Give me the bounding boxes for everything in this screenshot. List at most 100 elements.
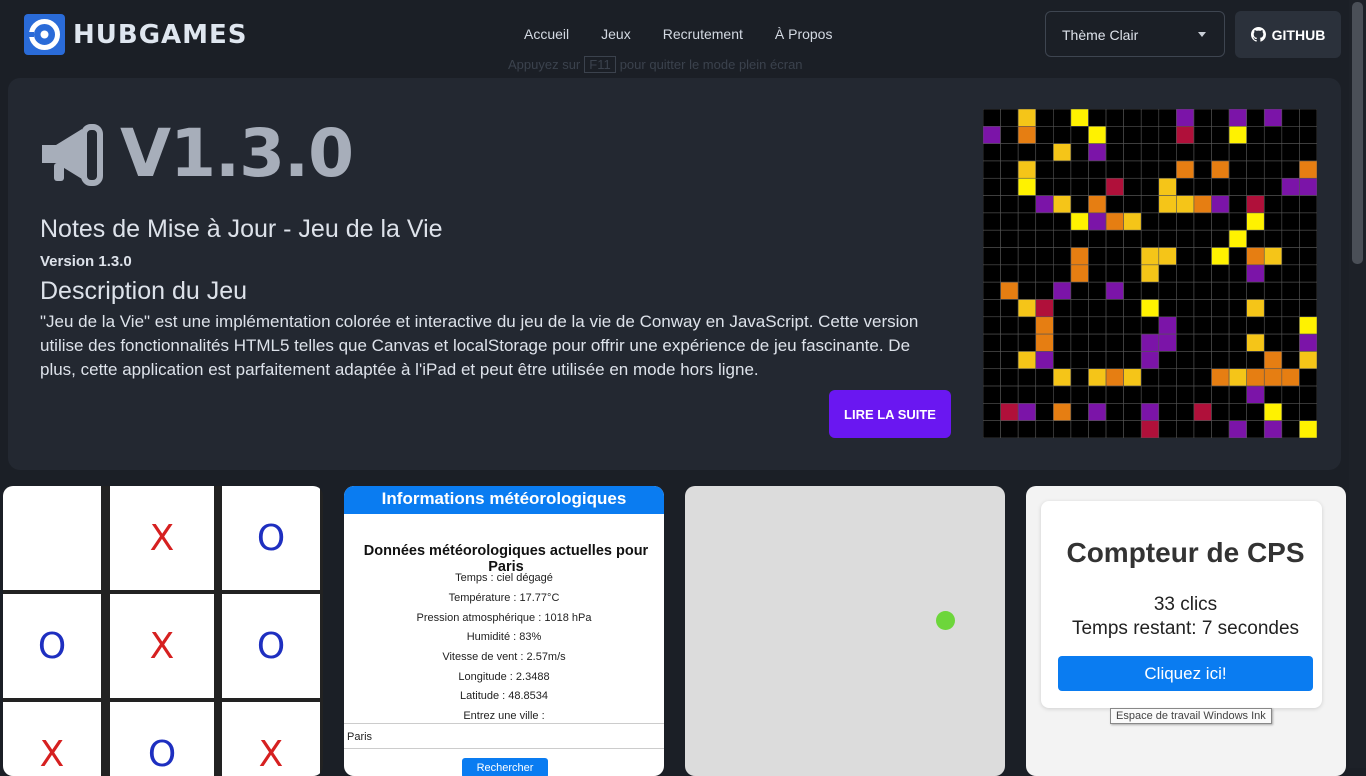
life-cell xyxy=(1105,143,1124,162)
tictactoe-cell[interactable]: X xyxy=(3,702,101,776)
life-cell xyxy=(1123,229,1142,248)
life-cell xyxy=(1035,333,1054,352)
life-cell xyxy=(1158,281,1177,300)
life-cell xyxy=(1070,368,1089,387)
life-cell xyxy=(1140,143,1160,162)
brand-logo[interactable]: HUBGAMES xyxy=(24,14,248,55)
logo-icon xyxy=(24,14,65,55)
life-cell xyxy=(1158,160,1177,179)
nav-link-recrutement[interactable]: Recrutement xyxy=(647,24,759,44)
life-cell xyxy=(1105,403,1124,421)
nav-link-a-propos[interactable]: À Propos xyxy=(759,24,849,44)
life-cell xyxy=(1211,264,1230,283)
life-cell xyxy=(983,143,1001,162)
life-cell xyxy=(1088,247,1107,266)
life-cell xyxy=(1228,368,1247,387)
tictactoe-cell[interactable]: O xyxy=(222,486,320,590)
life-cell xyxy=(1017,109,1037,127)
tictactoe-cell[interactable]: O xyxy=(110,702,214,776)
life-cell xyxy=(1228,316,1247,335)
github-button[interactable]: GITHUB xyxy=(1235,11,1341,58)
ball-game-card[interactable] xyxy=(685,486,1005,776)
read-more-button[interactable]: LIRE LA SUITE xyxy=(829,390,951,438)
life-cell xyxy=(1246,177,1265,196)
fullscreen-hint: Appuyez sur F11 pour quitter le mode plein… xyxy=(508,56,803,73)
life-cell xyxy=(1000,109,1019,127)
life-cell xyxy=(1140,333,1160,352)
life-cell xyxy=(1088,212,1107,231)
weather-card[interactable]: Informations météorologiques Données mét… xyxy=(344,486,664,776)
life-cell xyxy=(1193,299,1212,318)
life-cell xyxy=(1193,264,1212,283)
life-cell xyxy=(1263,109,1283,127)
life-cell xyxy=(1123,299,1142,318)
life-cell xyxy=(1070,143,1089,162)
life-cell xyxy=(983,333,1001,352)
life-cell xyxy=(1035,351,1054,370)
life-cell xyxy=(1053,229,1072,248)
city-input[interactable]: Paris xyxy=(344,723,664,749)
life-cell xyxy=(1000,247,1019,266)
windows-ink-tooltip: Espace de travail Windows Ink xyxy=(1110,708,1272,724)
life-cell xyxy=(1228,403,1247,421)
life-cell xyxy=(1140,385,1160,404)
life-cell xyxy=(1000,403,1019,421)
life-cell xyxy=(1281,160,1300,179)
life-cell xyxy=(1193,316,1212,335)
life-cell xyxy=(1193,160,1212,179)
nav-link-accueil[interactable]: Accueil xyxy=(508,24,585,44)
life-cell xyxy=(1246,229,1265,248)
tictactoe-cell[interactable] xyxy=(3,486,101,590)
life-cell xyxy=(1123,281,1142,300)
theme-select-value: Thème Clair xyxy=(1062,27,1139,43)
life-cell xyxy=(1070,385,1089,404)
game-of-life-preview xyxy=(983,109,1317,438)
tictactoe-cell[interactable]: O xyxy=(222,594,320,698)
life-cell xyxy=(1000,316,1019,335)
tictactoe-cell[interactable]: X xyxy=(110,486,214,590)
life-cell xyxy=(1123,195,1142,214)
nav-link-jeux[interactable]: Jeux xyxy=(585,24,647,44)
life-cell xyxy=(1053,385,1072,404)
tictactoe-card[interactable]: XOOXOXOX xyxy=(3,486,323,776)
life-cell xyxy=(983,351,1001,370)
life-cell xyxy=(1017,160,1037,179)
tictactoe-cell[interactable]: O xyxy=(3,594,101,698)
scrollbar-thumb[interactable] xyxy=(1352,2,1363,264)
life-cell xyxy=(1017,212,1037,231)
life-cell xyxy=(1053,143,1072,162)
life-cell xyxy=(1193,229,1212,248)
life-cell xyxy=(1000,177,1019,196)
life-cell xyxy=(1000,281,1019,300)
life-cell xyxy=(1053,177,1072,196)
life-cell xyxy=(1228,160,1247,179)
cps-click-count: 33 clics xyxy=(1153,594,1218,615)
life-cell xyxy=(1246,368,1265,387)
life-cell xyxy=(1158,316,1177,335)
life-cell xyxy=(1123,403,1142,421)
life-cell xyxy=(1299,420,1317,438)
life-cell xyxy=(983,109,1001,127)
github-icon xyxy=(1250,27,1266,42)
life-cell xyxy=(1281,264,1300,283)
theme-select[interactable]: Thème Clair xyxy=(1045,11,1225,57)
life-cell xyxy=(1053,281,1072,300)
life-cell xyxy=(983,247,1001,266)
tictactoe-cell[interactable]: X xyxy=(110,594,214,698)
life-cell xyxy=(1246,143,1265,162)
life-cell xyxy=(1070,264,1089,283)
life-cell xyxy=(1193,333,1212,352)
life-cell xyxy=(1017,368,1037,387)
tictactoe-cell[interactable]: X xyxy=(222,702,320,776)
search-button[interactable]: Rechercher xyxy=(462,758,548,776)
life-cell xyxy=(983,281,1001,300)
life-cell xyxy=(983,264,1001,283)
cps-counter-card[interactable]: Compteur de CPS 33 clics Temps restant: … xyxy=(1026,486,1346,776)
cps-click-button[interactable]: Cliquez ici! xyxy=(1058,656,1313,691)
life-cell xyxy=(1299,368,1317,387)
life-cell xyxy=(1299,385,1317,404)
life-cell xyxy=(1105,229,1124,248)
page-scrollbar[interactable] xyxy=(1349,0,1366,768)
cps-panel: Compteur de CPS 33 clics Temps restant: … xyxy=(1041,501,1322,708)
life-cell xyxy=(1193,195,1212,214)
